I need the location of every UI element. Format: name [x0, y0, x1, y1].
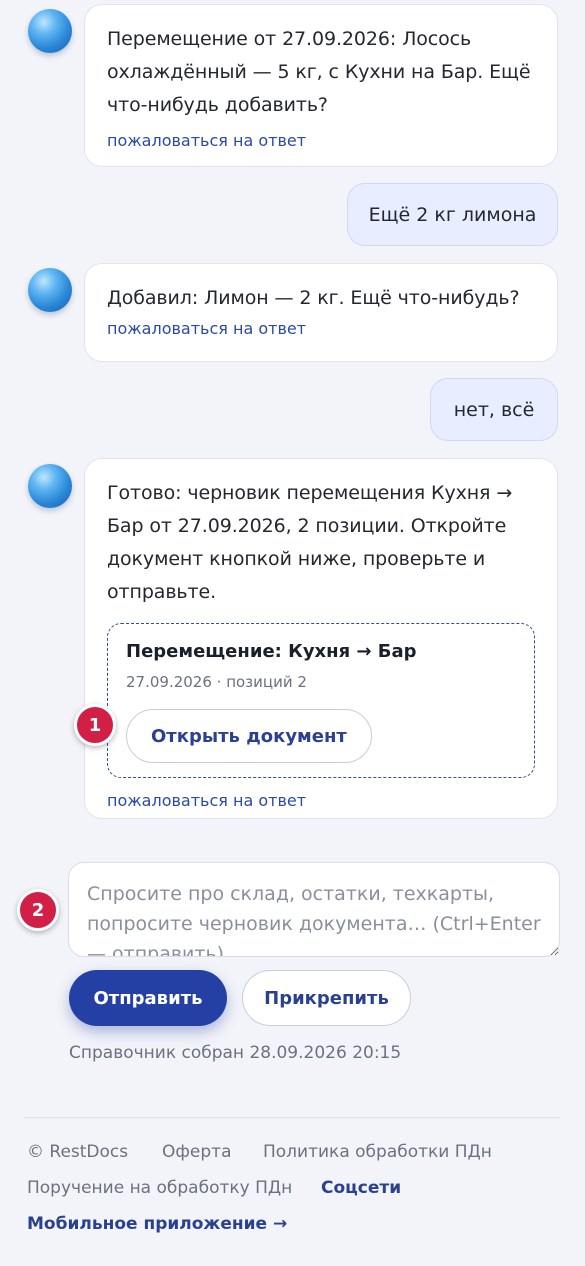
report-answer-link[interactable]: пожаловаться на ответ	[107, 791, 535, 811]
attach-button[interactable]: Прикрепить	[242, 970, 411, 1026]
assistant-avatar	[28, 9, 72, 53]
footer-link-socials[interactable]: Соцсети	[321, 1178, 401, 1198]
prompt-input[interactable]	[68, 862, 560, 957]
open-document-button[interactable]: Открыть документ	[126, 709, 372, 763]
assistant-message: Добавил: Лимон — 2 кг. Ещё что-нибудь? п…	[84, 263, 558, 362]
assistant-message-text: Готово: черновик перемещения Кухня → Бар…	[107, 482, 513, 603]
footer-divider	[24, 1117, 560, 1118]
document-title: Перемещение: Кухня → Бар	[126, 641, 417, 662]
user-message: Ещё 2 кг лимона	[347, 183, 558, 246]
report-answer-link[interactable]: пожаловаться на ответ	[107, 319, 535, 339]
footer-link-processing-order[interactable]: Поручение на обработку ПДн	[27, 1178, 292, 1198]
assistant-avatar	[28, 268, 72, 312]
assistant-message-text: Перемещение от 27.09.2026: Лосось охлажд…	[107, 28, 531, 116]
footer-link-privacy-policy[interactable]: Политика обработки ПДн	[263, 1142, 492, 1162]
send-button[interactable]: Отправить	[69, 970, 227, 1026]
assistant-message-text: Добавил: Лимон — 2 кг. Ещё что-нибудь?	[107, 287, 520, 309]
step-marker-1: 1	[74, 704, 116, 746]
assistant-avatar	[28, 464, 72, 508]
document-card: Перемещение: Кухня → Бар 27.09.2026 · по…	[107, 623, 535, 778]
assistant-message: Готово: черновик перемещения Кухня → Бар…	[84, 458, 558, 819]
document-meta: 27.09.2026 · позиций 2	[126, 673, 307, 691]
reference-build-note: Справочник собран 28.09.2026 20:15	[69, 1043, 402, 1063]
report-answer-link[interactable]: пожаловаться на ответ	[107, 131, 535, 151]
step-marker-2: 2	[17, 889, 59, 931]
user-message: нет, всё	[430, 378, 558, 441]
assistant-message: Перемещение от 27.09.2026: Лосось охлажд…	[84, 4, 558, 167]
footer-copyright: © RestDocs	[27, 1142, 129, 1162]
footer-link-mobile-app[interactable]: Мобильное приложение →	[27, 1214, 287, 1234]
footer-link-offer[interactable]: Оферта	[162, 1142, 232, 1162]
